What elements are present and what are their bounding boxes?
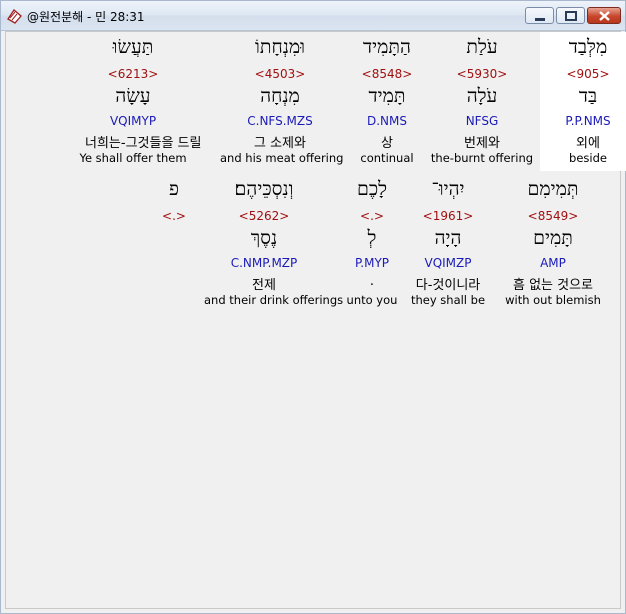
english-gloss: Ye shall offer them (79, 151, 187, 165)
hebrew-word: וְנִסְכֵּיהֶם׃ (234, 178, 294, 200)
hebrew-word: וּמִנְחָתוֹ (255, 36, 305, 58)
korean-gloss: 전제 (252, 278, 276, 293)
english-gloss: with out blemish (505, 293, 601, 307)
english-gloss: continual (360, 151, 414, 165)
word-block[interactable]: מִלְּבַד <905> בַּד P.P.NMS 외에 beside (540, 32, 626, 171)
strong-number[interactable]: <5930> (434, 67, 530, 81)
grammar-code[interactable]: C.NFS.MZS (232, 114, 328, 128)
strong-number[interactable]: <8548> (339, 67, 435, 81)
hebrew-word: תַּעֲשׂוּ (112, 36, 154, 58)
hebrew-word: פ (169, 178, 179, 200)
scroll-book-icon[interactable] (6, 7, 23, 24)
korean-gloss: 그 소제와 (254, 136, 306, 151)
lemma-word: תָּמִיד (368, 85, 406, 107)
lemma-word: עֹלָה (466, 85, 498, 107)
window-title: @원전분해 - 민 28:31 (27, 10, 145, 24)
english-gloss: and his meat offering (220, 151, 344, 165)
grammar-code[interactable]: C.NMP.MZP (216, 256, 312, 270)
korean-gloss: 흠 없는 것으로 (512, 278, 594, 293)
word-block[interactable]: הַתָּמִיד <8548> תָּמִיד D.NMS 상 continu… (339, 32, 435, 171)
close-icon (599, 11, 610, 21)
maximize-button[interactable] (556, 7, 585, 24)
hebrew-word: עֹלַת (466, 36, 498, 58)
minimize-button[interactable] (525, 7, 554, 24)
grammar-code[interactable]: NFSG (434, 114, 530, 128)
grammar-code[interactable]: P.MYP (324, 256, 420, 270)
korean-gloss: 너희는-그것들을 드릴 (85, 136, 202, 151)
grammar-code[interactable]: AMP (505, 256, 601, 270)
verse-analysis-panel[interactable]: מִלְּבַד <905> בַּד P.P.NMS 외에 beside עֹ… (5, 31, 626, 609)
hebrew-word: תְּמִימִם (527, 178, 579, 200)
word-block[interactable]: וְנִסְכֵּיהֶם׃ <5262> נֶסֶךְ C.NMP.MZP 전… (204, 174, 343, 313)
word-block[interactable]: תְּמִימִם <8549> תָּמִים AMP 흠 없는 것으로 wi… (505, 174, 601, 313)
lemma-word: מִנְחָה (260, 85, 300, 107)
lemma-word: נֶסֶךְ (250, 227, 278, 249)
korean-gloss: . (369, 274, 375, 289)
maximize-icon (565, 11, 577, 21)
lemma-word: לְ (367, 227, 377, 249)
lemma-word: עָשָׂה (115, 85, 151, 107)
strong-number[interactable]: <6213> (85, 67, 181, 81)
strong-number[interactable]: <8549> (505, 209, 601, 223)
korean-gloss: 상 (381, 136, 393, 151)
english-gloss: beside (569, 151, 607, 165)
grammar-code[interactable]: VQIMYP (85, 114, 181, 128)
strong-number[interactable]: <.> (324, 209, 420, 223)
lemma-word: תָּמִים (533, 227, 573, 249)
word-block[interactable]: פ <.> (126, 174, 222, 313)
grammar-code[interactable]: P.P.NMS (540, 114, 626, 128)
hebrew-word: מִלְּבַד (568, 36, 608, 58)
analysis-window: @원전분해 - 민 28:31 מִלְּבַד <905> בַּד P.P.… (0, 0, 626, 614)
minimize-icon (535, 18, 545, 21)
strong-number[interactable]: <5262> (216, 209, 312, 223)
strong-number[interactable]: <.> (126, 209, 222, 223)
word-block[interactable]: תַּעֲשׂוּ <6213> עָשָׂה VQIMYP 너희는-그것들을 … (79, 32, 202, 171)
word-block[interactable]: וּמִנְחָתוֹ <4503> מִנְחָה C.NFS.MZS 그 소… (220, 32, 343, 171)
close-button[interactable] (587, 7, 621, 24)
hebrew-word: לָכֶם (356, 178, 388, 200)
title-bar[interactable]: @원전분해 - 민 28:31 (1, 1, 625, 31)
lemma-word: בַּד (578, 85, 598, 107)
korean-gloss: 외에 (576, 136, 600, 151)
strong-number[interactable]: <4503> (232, 67, 328, 81)
english-gloss: and their drink offerings (204, 293, 344, 307)
hebrew-word: הַתָּמִיד (363, 36, 411, 58)
grammar-code[interactable]: D.NMS (339, 114, 435, 128)
strong-number[interactable]: <905> (540, 67, 626, 81)
word-block[interactable]: עֹלַת <5930> עֹלָה NFSG 번제와 the-burnt of… (431, 32, 533, 171)
korean-gloss: 번제와 (464, 136, 500, 151)
